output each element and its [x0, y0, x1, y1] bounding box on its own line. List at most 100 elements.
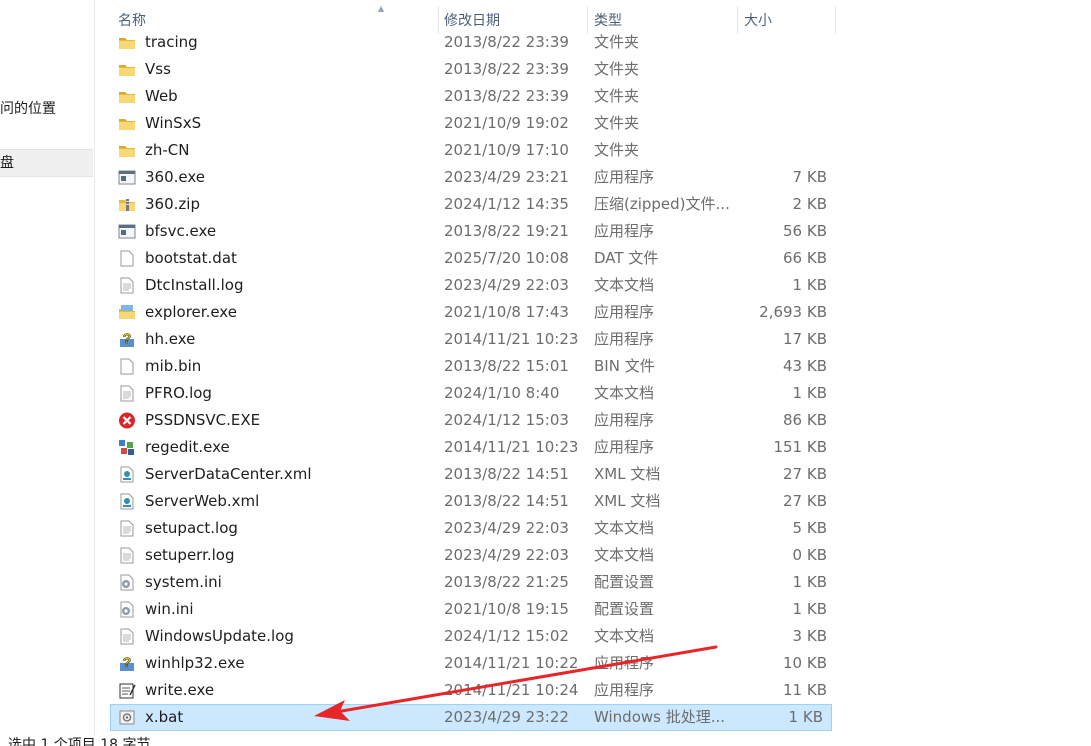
file-name: write.exe — [145, 681, 215, 699]
file-type: 文件夹 — [594, 141, 640, 159]
file-type: 应用程序 — [594, 168, 655, 186]
file-type: 应用程序 — [594, 303, 655, 321]
file-size: 56 KB — [783, 222, 827, 240]
xml-file-icon — [118, 466, 136, 483]
file-row[interactable]: 360.zip 2024/1/12 14:35 压缩(zipped)文件... 2 K… — [110, 191, 836, 218]
navigation-pane: 问的位置 盘 — [0, 0, 94, 736]
zip-folder-icon — [118, 196, 136, 213]
column-header-type[interactable]: 类型 — [594, 4, 736, 32]
file-name: PSSDNSVC.EXE — [145, 411, 261, 429]
file-date-modified: 2023/4/29 22:03 — [444, 546, 569, 564]
file-row[interactable]: setupact.log 2023/4/29 22:03 文本文档 5 KB — [110, 515, 836, 542]
file-row[interactable]: explorer.exe 2021/10/8 17:43 应用程序 2,693 KB — [110, 299, 836, 326]
folder-icon — [118, 115, 136, 132]
file-size: 151 KB — [773, 438, 827, 456]
nav-item-drive[interactable]: 盘 — [0, 149, 93, 177]
help-icon: ? — [118, 654, 136, 672]
file-date-modified: 2024/1/12 15:02 — [444, 627, 569, 645]
file-name: hh.exe — [145, 330, 196, 348]
file-row[interactable]: mib.bin 2013/8/22 15:01 BIN 文件 43 KB — [110, 353, 836, 380]
file-row[interactable]: ServerDataCenter.xml 2013/8/22 14:51 XML 文… — [110, 461, 836, 488]
file-row[interactable]: ? winhlp32.exe 2014/11/21 10:22 应用程序 10 KB — [110, 650, 836, 677]
file-date-modified: 2014/11/21 10:22 — [444, 654, 579, 672]
file-row[interactable]: 360.exe 2023/4/29 23:21 应用程序 7 KB — [110, 164, 836, 191]
explorer-icon — [118, 304, 136, 321]
file-row[interactable]: regedit.exe 2014/11/21 10:23 应用程序 151 KB — [110, 434, 836, 461]
file-type: 配置设置 — [594, 600, 655, 618]
file-row[interactable]: Web 2013/8/22 23:39 文件夹 — [110, 83, 836, 110]
file-row[interactable]: WindowsUpdate.log 2024/1/12 15:02 文本文档 3 KB — [110, 623, 836, 650]
file-date-modified: 2023/4/29 22:03 — [444, 276, 569, 294]
file-row[interactable]: PSSDNSVC.EXE 2024/1/12 15:03 应用程序 86 KB — [110, 407, 836, 434]
file-size: 43 KB — [783, 357, 827, 375]
file-row[interactable]: bootstat.dat 2025/7/20 10:08 DAT 文件 66 KB — [110, 245, 836, 272]
file-row[interactable]: system.ini 2013/8/22 21:25 配置设置 1 KB — [110, 569, 836, 596]
file-row[interactable]: bfsvc.exe 2013/8/22 19:21 应用程序 56 KB — [110, 218, 836, 245]
folder-icon — [118, 34, 136, 51]
settings-file-icon — [118, 601, 136, 618]
file-name: DtcInstall.log — [145, 276, 244, 294]
file-type: 应用程序 — [594, 681, 655, 699]
file-row[interactable]: PFRO.log 2024/1/10 8:40 文本文档 1 KB — [110, 380, 836, 407]
text-file-icon — [118, 547, 136, 564]
file-size: 1 KB — [792, 384, 827, 402]
column-header-size[interactable]: 大小 — [744, 4, 836, 32]
file-row[interactable]: DtcInstall.log 2023/4/29 22:03 文本文档 1 KB — [110, 272, 836, 299]
file-row[interactable]: ServerWeb.xml 2013/8/22 14:51 XML 文档 27 KB — [110, 488, 836, 515]
file-name: Web — [145, 87, 178, 105]
file-list: tracing 2013/8/22 23:39 文件夹 Vss 2013/8/22 23… — [110, 29, 836, 731]
file-size: 2 KB — [792, 195, 827, 213]
nav-item-recent-locations[interactable]: 问的位置 — [0, 95, 93, 123]
write-icon — [118, 682, 136, 699]
file-type: Windows 批处理... — [594, 708, 726, 726]
file-name: mib.bin — [145, 357, 202, 375]
file-date-modified: 2014/11/21 10:23 — [444, 330, 579, 348]
file-date-modified: 2023/4/29 22:03 — [444, 519, 569, 537]
file-type: 文件夹 — [594, 87, 640, 105]
file-date-modified: 2024/1/10 8:40 — [444, 384, 560, 402]
file-size: 1 KB — [792, 600, 827, 618]
folder-icon — [118, 142, 136, 159]
file-type: 文本文档 — [594, 519, 655, 537]
file-date-modified: 2013/8/22 23:39 — [444, 60, 569, 78]
file-size: 5 KB — [792, 519, 827, 537]
file-date-modified: 2013/8/22 19:21 — [444, 222, 569, 240]
file-row[interactable]: tracing 2013/8/22 23:39 文件夹 — [110, 29, 836, 56]
pane-divider[interactable] — [94, 0, 95, 736]
text-file-icon — [118, 385, 136, 402]
file-type: 压缩(zipped)文件... — [594, 195, 730, 213]
file-size: 2,693 KB — [759, 303, 827, 321]
file-row[interactable]: Vss 2013/8/22 23:39 文件夹 — [110, 56, 836, 83]
blank-file-icon — [118, 250, 136, 267]
settings-file-icon — [118, 574, 136, 591]
file-name: explorer.exe — [145, 303, 237, 321]
file-row[interactable]: x.bat 2023/4/29 23:22 Windows 批处理... 1 KB — [110, 704, 832, 731]
file-date-modified: 2024/1/12 15:03 — [444, 411, 569, 429]
folder-icon — [118, 61, 136, 78]
file-row[interactable]: zh-CN 2021/10/9 17:10 文件夹 — [110, 137, 836, 164]
column-header-date-modified[interactable]: 修改日期 — [444, 4, 586, 32]
file-date-modified: 2013/8/22 21:25 — [444, 573, 569, 591]
file-date-modified: 2025/7/20 10:08 — [444, 249, 569, 267]
file-name: bfsvc.exe — [145, 222, 217, 240]
file-type: XML 文档 — [594, 465, 661, 483]
file-size: 17 KB — [783, 330, 827, 348]
file-date-modified: 2023/4/29 23:22 — [444, 708, 569, 726]
file-row[interactable]: win.ini 2021/10/8 19:15 配置设置 1 KB — [110, 596, 836, 623]
file-type: 应用程序 — [594, 411, 655, 429]
file-row[interactable]: setuperr.log 2023/4/29 22:03 文本文档 0 KB — [110, 542, 836, 569]
text-file-icon — [118, 277, 136, 294]
file-name: ServerDataCenter.xml — [145, 465, 312, 483]
file-name: bootstat.dat — [145, 249, 237, 267]
file-row[interactable]: write.exe 2014/11/21 10:24 应用程序 11 KB — [110, 677, 836, 704]
file-type: 文件夹 — [594, 60, 640, 78]
file-size: 3 KB — [792, 627, 827, 645]
file-row[interactable]: WinSxS 2021/10/9 19:02 文件夹 — [110, 110, 836, 137]
file-type: BIN 文件 — [594, 357, 655, 375]
file-size: 1 KB — [792, 276, 827, 294]
file-type: 配置设置 — [594, 573, 655, 591]
file-name: setupact.log — [145, 519, 238, 537]
column-header-name[interactable]: 名称 — [118, 4, 436, 32]
file-row[interactable]: ? hh.exe 2014/11/21 10:23 应用程序 17 KB — [110, 326, 836, 353]
file-type: 文件夹 — [594, 33, 640, 51]
